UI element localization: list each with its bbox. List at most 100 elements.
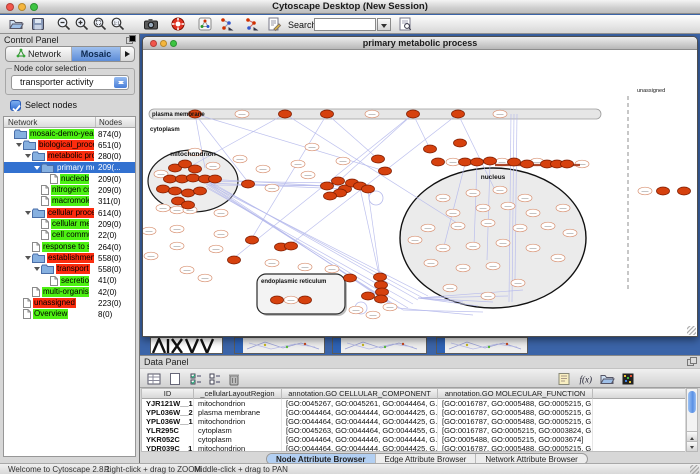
disclosure-triangle-icon[interactable] <box>24 253 32 262</box>
tree-row[interactable]: response to stimulu264(0) <box>4 241 135 252</box>
new-attribute-icon[interactable] <box>167 371 184 388</box>
tab-network[interactable]: Network <box>6 47 72 61</box>
tab-label: Network <box>28 49 61 59</box>
zoom-selected-icon[interactable] <box>92 16 109 33</box>
scroll-up-button[interactable] <box>687 431 697 441</box>
select-attributes-icon[interactable] <box>188 371 205 388</box>
tree-row[interactable]: macromolecule311(0) <box>4 196 135 207</box>
folder-icon <box>41 264 54 274</box>
background-window[interactable] <box>234 337 325 354</box>
twisty-spacer <box>33 220 41 229</box>
tree-row[interactable]: Overview8(0) <box>4 309 135 320</box>
tree-row-node-count: 558(0) <box>98 265 121 274</box>
table-scrollbar[interactable] <box>686 388 698 452</box>
table-row[interactable]: YPL036W__1mitochondrion[GO:0044464, GO:0… <box>142 417 685 426</box>
control-panel-title: Control Panel <box>4 35 59 45</box>
unselect-attributes-icon[interactable] <box>207 371 224 388</box>
snapshot-icon[interactable] <box>143 16 160 33</box>
select-nodes-checkbox[interactable] <box>10 100 21 111</box>
network-overview-icon[interactable] <box>197 16 214 33</box>
new-network-from-selected-edges-icon[interactable] <box>244 16 261 33</box>
background-window[interactable] <box>150 337 223 354</box>
scroll-down-button[interactable] <box>687 441 697 451</box>
background-window[interactable] <box>436 337 528 354</box>
network-canvas[interactable]: plasma membranecytoplasmmitochondrionnuc… <box>143 50 697 331</box>
column-header[interactable]: annotation.GO CELLULAR_COMPONENT <box>282 389 438 399</box>
help-icon[interactable] <box>170 16 187 33</box>
delete-attribute-icon[interactable] <box>226 371 243 388</box>
zoom-in-icon[interactable] <box>74 16 91 33</box>
network-leaf-icon <box>41 219 49 229</box>
tree-row-label: transport <box>56 264 90 274</box>
zoom-actual-icon[interactable]: 1:1 <box>110 16 127 33</box>
tree-column-network[interactable]: Network <box>8 118 37 127</box>
table-cell: mitochondrion <box>194 444 282 452</box>
attribute-editor-icon[interactable] <box>556 371 573 388</box>
twisty-spacer <box>33 186 41 195</box>
attribute-matrix-icon[interactable] <box>620 371 637 388</box>
scrollbar-thumb[interactable] <box>688 391 696 413</box>
table-cell: [GO:0044464, GO:0044444, GO:0044425, G..… <box>282 444 438 452</box>
tree-row-label: mosaic-demo-yeast <box>29 129 94 139</box>
table-row[interactable]: YLR295Ccytoplasm[GO:0045263, GO:0044464,… <box>142 426 685 435</box>
tree-row[interactable]: nucleobase-209(0) <box>4 173 135 184</box>
table-row[interactable]: YKR052Ccytoplasm[GO:0044464, GO:0044446,… <box>142 435 685 444</box>
disclosure-triangle-icon[interactable] <box>33 265 41 274</box>
search-options-icon[interactable] <box>397 16 414 33</box>
window-resize-grip[interactable] <box>687 326 696 335</box>
tree-row-node-count: 8(0) <box>98 310 112 319</box>
disclosure-triangle-icon[interactable] <box>24 208 32 217</box>
attribute-table-icon[interactable] <box>146 371 163 388</box>
search-dropdown-button[interactable] <box>377 18 391 31</box>
tree-row[interactable]: biological_process651(0) <box>4 139 135 150</box>
tree-row[interactable]: cellular process614(0) <box>4 207 135 218</box>
column-header[interactable] <box>593 389 685 399</box>
tree-row[interactable]: mosaic-demo-yeast 874(0) <box>4 128 135 139</box>
tree-row[interactable]: metabolic process280(0) <box>4 151 135 162</box>
tree-column-nodes[interactable]: Nodes <box>99 118 122 127</box>
column-header[interactable]: ID <box>142 389 194 399</box>
disclosure-triangle-icon[interactable] <box>24 152 32 161</box>
app-titlebar[interactable]: Cytoscape Desktop (New Session) <box>0 0 700 14</box>
svg-text:endoplasmic reticulum: endoplasmic reticulum <box>261 279 326 285</box>
app-resize-grip[interactable] <box>690 465 699 474</box>
tree-row[interactable]: cellular metabol209(0) <box>4 218 135 229</box>
network-window-titlebar[interactable]: primary metabolic process <box>143 37 697 50</box>
disclosure-triangle-icon[interactable] <box>15 140 23 149</box>
network-tree-header[interactable]: Network Nodes <box>4 117 135 128</box>
tree-row[interactable]: transport 558(0) <box>4 264 135 275</box>
window-edge <box>437 338 445 353</box>
table-row[interactable]: YDR039C__1mitochondrion[GO:0044464, GO:0… <box>142 444 685 452</box>
tree-row[interactable]: nitrogen compo209(0) <box>4 185 135 196</box>
annotation-icon[interactable] <box>266 16 283 33</box>
folder-icon <box>14 129 27 139</box>
background-window[interactable] <box>332 337 427 354</box>
tree-row[interactable]: secretion41(0) <box>4 275 135 286</box>
open-file-icon[interactable] <box>8 16 25 33</box>
tree-row-node-count: 874(0) <box>98 130 121 139</box>
table-row[interactable]: YJR121W__1mitochondrion[GO:0045267, GO:0… <box>142 399 685 408</box>
tree-row[interactable]: unassigned223(0) <box>4 298 135 309</box>
disclosure-triangle-icon[interactable] <box>33 163 41 172</box>
zoom-out-icon[interactable] <box>56 16 73 33</box>
tab-overflow-arrow-icon[interactable] <box>121 47 134 61</box>
import-attributes-icon[interactable] <box>599 371 616 388</box>
tab-mosaic[interactable]: Mosaic <box>72 47 121 61</box>
table-row[interactable]: YPL036W__2plasma membrane[GO:0044464, GO… <box>142 408 685 417</box>
tree-row[interactable]: establishment of lo558(0) <box>4 252 135 263</box>
tree-row[interactable]: multi-organism pro42(0) <box>4 286 135 297</box>
svg-text:mitochondrion: mitochondrion <box>170 151 216 158</box>
column-header[interactable]: annotation.GO MOLECULAR_FUNCTION <box>438 389 593 399</box>
function-builder-icon[interactable]: f(x) <box>578 371 595 388</box>
tree-row[interactable]: primary metabo209(... <box>4 162 135 173</box>
save-icon[interactable] <box>30 16 47 33</box>
search-input[interactable] <box>314 18 376 31</box>
new-network-from-selected-nodes-icon[interactable] <box>219 16 236 33</box>
network-view-window[interactable]: primary metabolic process plasma membran… <box>142 36 698 337</box>
network-window-title: primary metabolic process <box>143 37 697 50</box>
tree-row[interactable]: cell communicat22(0) <box>4 230 135 241</box>
tree-row-node-count: 42(0) <box>98 288 117 297</box>
tree-row-node-count: 280(0) <box>98 152 121 161</box>
node-color-dropdown[interactable]: transporter activity <box>11 75 129 90</box>
column-header[interactable]: _cellularLayoutRegion <box>194 389 282 399</box>
